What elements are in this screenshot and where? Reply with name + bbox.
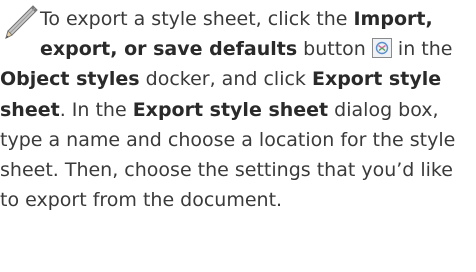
note-text-1: To export a style sheet, click the <box>40 8 354 30</box>
pencil-icon <box>0 4 38 42</box>
object-styles-label: Object styles <box>0 68 140 91</box>
tip-note: To export a style sheet, click the Impor… <box>0 4 474 215</box>
note-text-2: button <box>297 38 372 61</box>
import-export-button[interactable] <box>371 38 392 59</box>
import-export-icon <box>375 42 389 55</box>
export-dialog-label: Export style sheet <box>132 98 329 121</box>
note-text-3: in the <box>391 38 453 61</box>
note-text-4: docker, and click <box>139 68 312 91</box>
note-text-5: . In the <box>59 98 133 121</box>
